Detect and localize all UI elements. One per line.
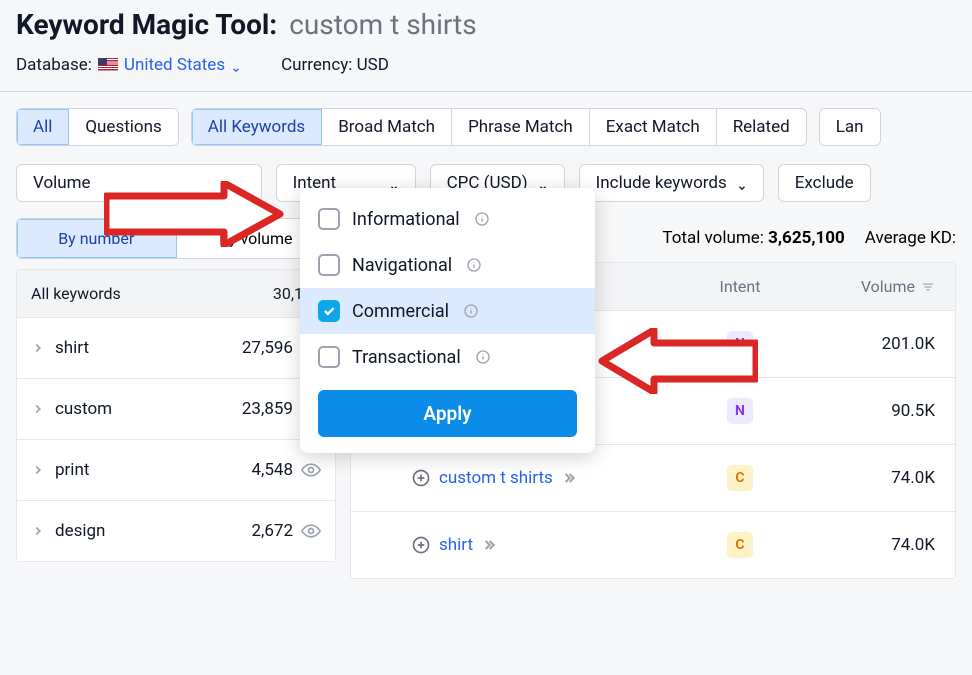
chevron-down-icon bbox=[389, 178, 399, 188]
tab-exact-match[interactable]: Exact Match bbox=[590, 109, 717, 145]
page-title: Keyword Magic Tool: bbox=[16, 8, 277, 41]
scope-tabs: All Questions bbox=[16, 108, 179, 146]
tab-languages[interactable]: Lan bbox=[820, 109, 880, 145]
chevrons-right-icon bbox=[561, 470, 577, 486]
column-intent[interactable]: Intent bbox=[665, 277, 815, 296]
languages-tab-group: Lan bbox=[819, 108, 881, 146]
intent-badge-navigational: N bbox=[727, 331, 753, 357]
match-tabs: All Keywords Broad Match Phrase Match Ex… bbox=[191, 108, 807, 146]
chevron-right-icon bbox=[31, 524, 45, 538]
intent-badge-commercial: C bbox=[727, 465, 753, 491]
intent-option-navigational[interactable]: Navigational bbox=[300, 242, 595, 288]
info-icon[interactable] bbox=[463, 303, 479, 319]
intent-badge-commercial: C bbox=[727, 532, 753, 558]
chevron-right-icon bbox=[31, 402, 45, 416]
chevron-right-icon bbox=[31, 341, 45, 355]
chevrons-right-icon bbox=[481, 537, 497, 553]
filter-exclude-keywords[interactable]: Exclude bbox=[778, 164, 871, 202]
checkbox-icon bbox=[318, 254, 340, 276]
intent-option-transactional[interactable]: Transactional bbox=[300, 334, 595, 380]
total-volume-value: 3,625,100 bbox=[768, 228, 845, 248]
tab-related[interactable]: Related bbox=[717, 109, 806, 145]
chevron-right-icon bbox=[31, 463, 45, 477]
intent-badge-navigational: N bbox=[727, 398, 753, 424]
avg-kd-label: Average KD: bbox=[865, 228, 956, 248]
keyword-link[interactable]: custom t shirts bbox=[439, 468, 553, 488]
checkbox-checked-icon bbox=[318, 300, 340, 322]
volume-cell: 74.0K bbox=[815, 535, 955, 555]
apply-button[interactable]: Apply bbox=[318, 390, 577, 437]
sidebar-item-shirt[interactable]: shirt 27,596 bbox=[17, 317, 335, 378]
sort-desc-icon bbox=[921, 280, 935, 294]
add-circle-icon[interactable] bbox=[411, 535, 431, 555]
currency-label: Currency: USD bbox=[281, 55, 389, 75]
total-volume-label: Total volume: bbox=[662, 228, 764, 248]
volume-cell: 74.0K bbox=[815, 468, 955, 488]
sort-tabs: By number By volume bbox=[16, 218, 336, 259]
tab-all-keywords[interactable]: All Keywords bbox=[192, 109, 322, 145]
checkbox-icon bbox=[318, 346, 340, 368]
sidebar-item-custom[interactable]: custom 23,859 bbox=[17, 378, 335, 439]
page-title-keyword: custom t shirts bbox=[289, 8, 476, 41]
sidebar-item-design[interactable]: design 2,672 bbox=[17, 500, 335, 561]
eye-icon bbox=[301, 521, 321, 541]
database-label: Database: bbox=[16, 55, 92, 75]
checkbox-icon bbox=[318, 208, 340, 230]
intent-option-commercial[interactable]: Commercial bbox=[300, 288, 595, 334]
filter-include-keywords[interactable]: Include keywords bbox=[579, 164, 764, 202]
intent-option-informational[interactable]: Informational bbox=[300, 196, 595, 242]
intent-dropdown: Informational Navigational Commercial Tr… bbox=[300, 188, 595, 453]
info-icon[interactable] bbox=[474, 211, 490, 227]
add-circle-icon[interactable] bbox=[411, 468, 431, 488]
chevron-down-icon bbox=[538, 178, 548, 188]
sidebar-header-label: All keywords bbox=[31, 284, 121, 303]
info-icon[interactable] bbox=[475, 349, 491, 365]
tab-broad-match[interactable]: Broad Match bbox=[322, 109, 452, 145]
keyword-link[interactable]: shirt bbox=[439, 535, 473, 555]
table-row[interactable]: custom t shirts C 74.0K bbox=[351, 444, 955, 511]
chevron-down-icon bbox=[737, 178, 747, 188]
tab-phrase-match[interactable]: Phrase Match bbox=[452, 109, 590, 145]
volume-cell: 90.5K bbox=[815, 401, 955, 421]
chevron-down-icon bbox=[231, 60, 241, 70]
table-row[interactable]: shirt C 74.0K bbox=[351, 511, 955, 578]
sort-by-number[interactable]: By number bbox=[17, 219, 177, 258]
volume-cell: 201.0K bbox=[815, 334, 955, 354]
column-volume[interactable]: Volume bbox=[815, 277, 955, 296]
filter-volume[interactable]: Volume bbox=[16, 164, 262, 202]
info-icon[interactable] bbox=[466, 257, 482, 273]
tab-questions[interactable]: Questions bbox=[69, 109, 177, 145]
sidebar-item-print[interactable]: print 4,548 bbox=[17, 439, 335, 500]
tab-all[interactable]: All bbox=[17, 109, 69, 145]
database-country[interactable]: United States bbox=[124, 55, 241, 75]
us-flag-icon bbox=[98, 58, 118, 72]
eye-icon bbox=[301, 460, 321, 480]
